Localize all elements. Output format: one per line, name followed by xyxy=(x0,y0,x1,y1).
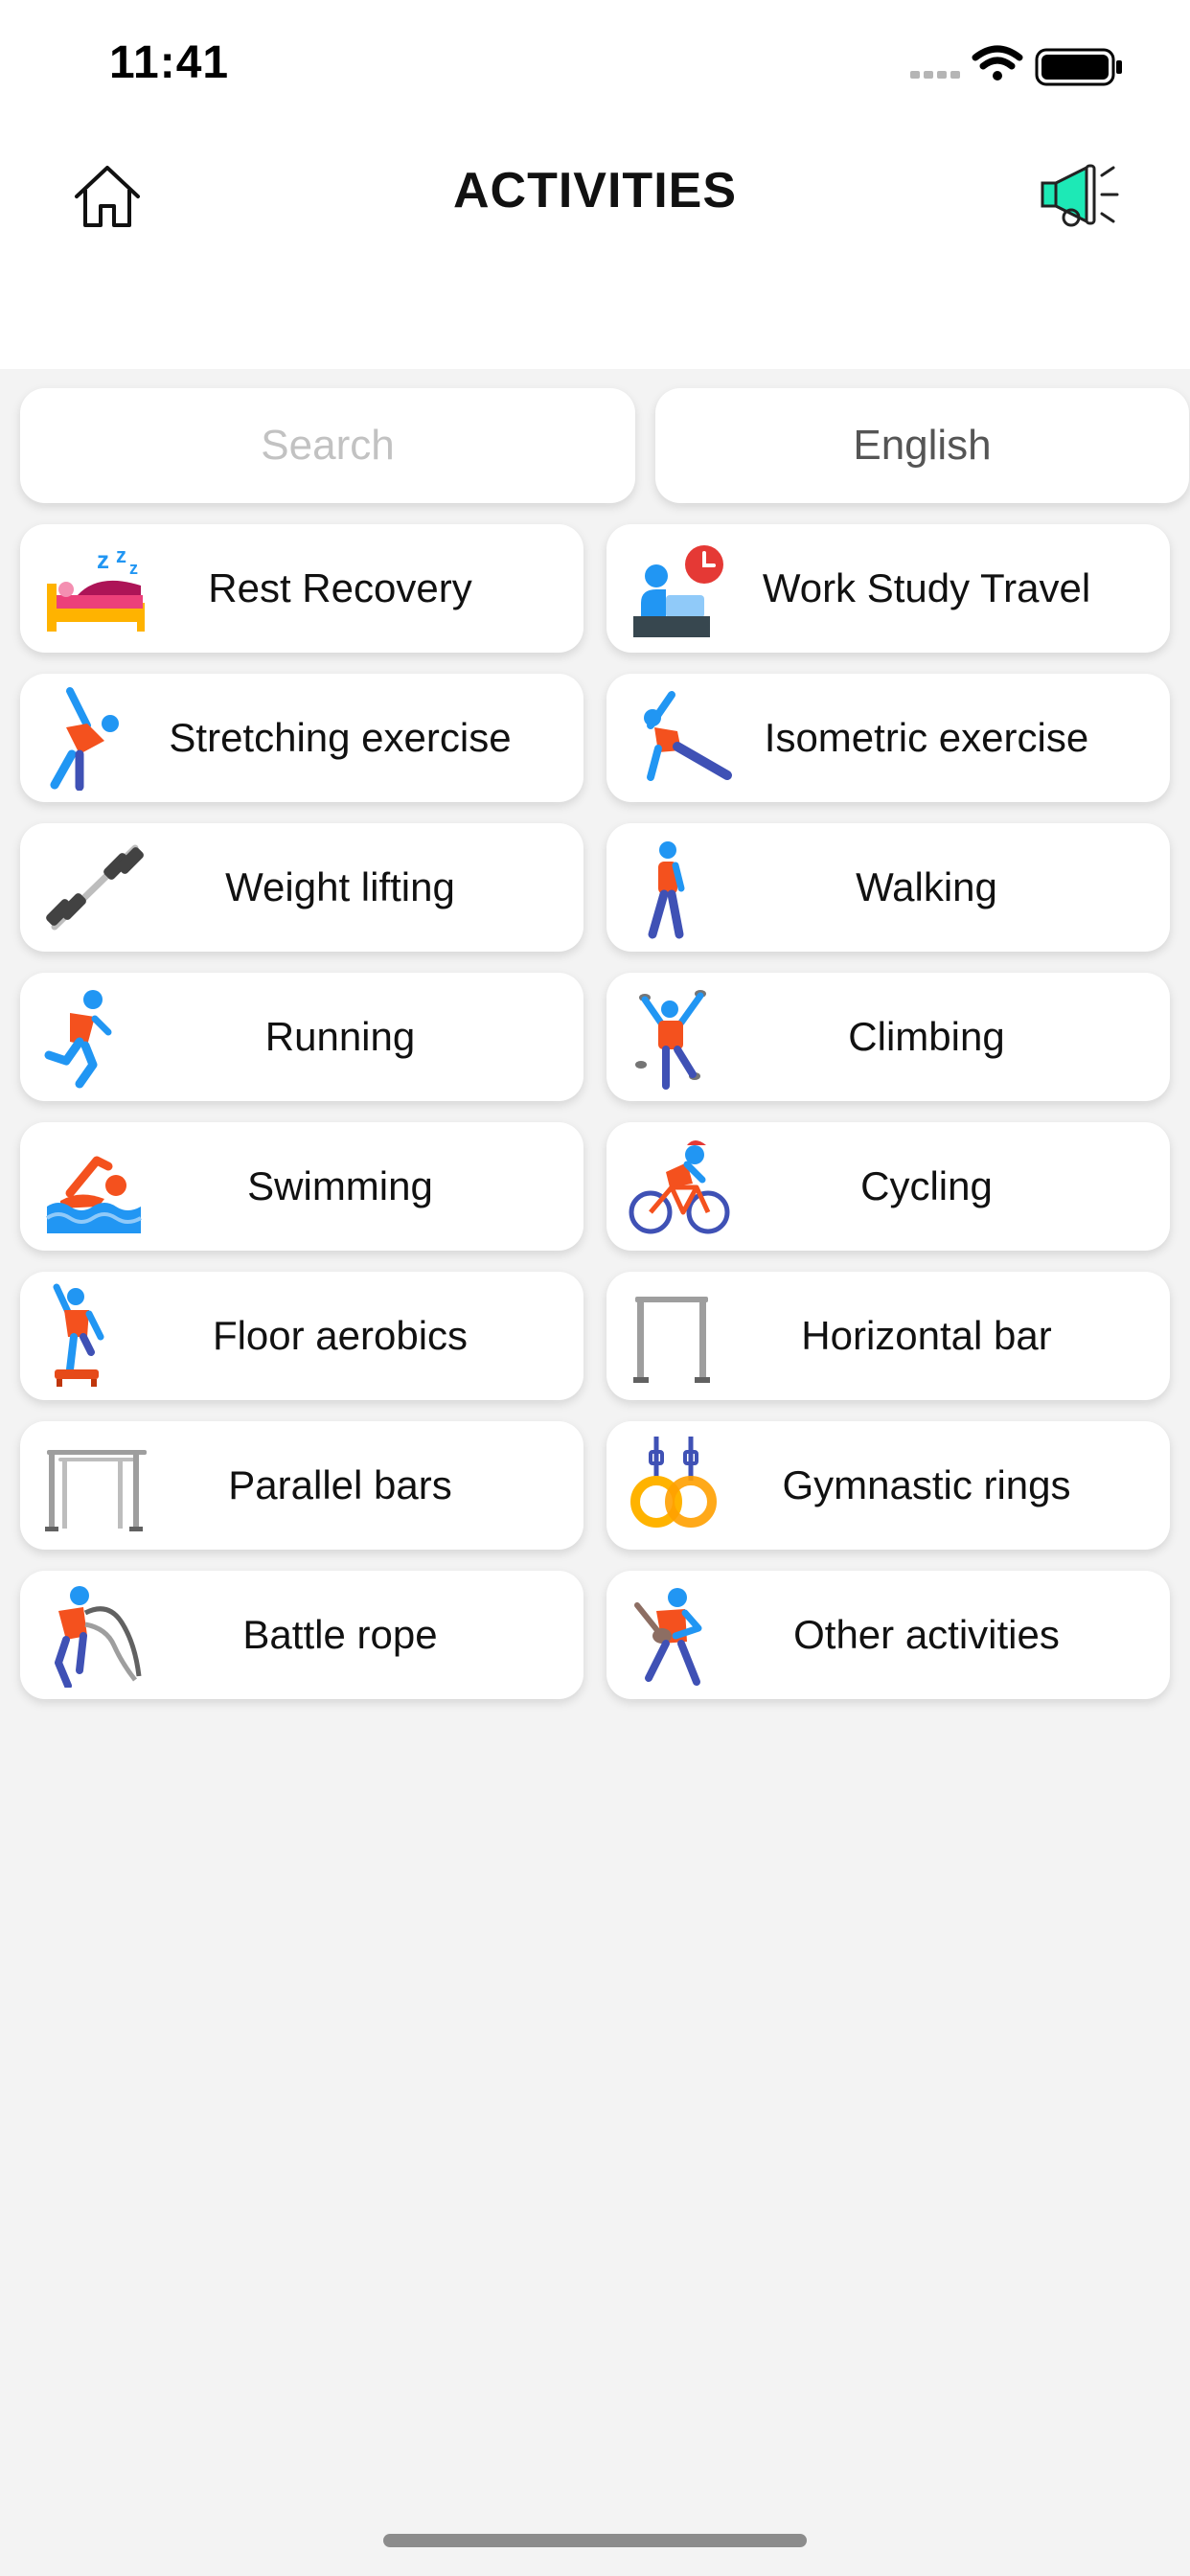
activity-label: Rest Recovery xyxy=(208,565,472,610)
activity-card-isometric-exercise[interactable]: Isometric exercise xyxy=(606,674,1170,802)
wifi-icon xyxy=(972,45,1023,80)
home-indicator[interactable] xyxy=(383,2534,807,2547)
dumbbell-icon xyxy=(46,844,144,931)
activity-label: Gymnastic rings xyxy=(782,1462,1071,1507)
swimmer-icon xyxy=(45,1156,142,1233)
battery-icon xyxy=(1035,48,1122,86)
activity-card-parallel-bars[interactable]: Parallel bars xyxy=(20,1421,584,1550)
activity-label: Other activities xyxy=(793,1612,1060,1657)
battle-rope-icon xyxy=(55,1586,142,1688)
announcements-button[interactable] xyxy=(1037,152,1123,239)
status-time: 11:41 xyxy=(109,37,230,88)
status-bar: 11:41 xyxy=(0,0,1190,129)
climbing-person-icon xyxy=(635,990,706,1090)
activity-label: Swimming xyxy=(247,1163,433,1208)
parallel-bars-icon xyxy=(45,1450,147,1531)
activity-label: Climbing xyxy=(848,1014,1005,1059)
activity-card-rest-recovery[interactable]: z z z Rest Recovery xyxy=(20,524,584,653)
activity-card-gymnastic-rings[interactable]: Gymnastic rings xyxy=(606,1421,1170,1550)
activity-card-running[interactable]: Running xyxy=(20,973,584,1101)
cyclist-icon xyxy=(629,1140,730,1234)
activity-card-stretching-exercise[interactable]: Stretching exercise xyxy=(20,674,584,802)
activity-card-swimming[interactable]: Swimming xyxy=(20,1122,584,1251)
search-input[interactable] xyxy=(20,388,635,503)
language-button[interactable]: English xyxy=(655,388,1189,503)
activity-card-other-activities[interactable]: Other activities xyxy=(606,1571,1170,1699)
activity-label: Walking xyxy=(856,864,997,909)
activity-label: Isometric exercise xyxy=(764,715,1089,760)
running-person-icon xyxy=(44,990,112,1089)
signal-icon xyxy=(910,71,960,79)
svg-text:z: z xyxy=(116,543,126,567)
activity-card-battle-rope[interactable]: Battle rope xyxy=(20,1571,584,1699)
status-icons xyxy=(910,45,1122,86)
activity-card-horizontal-bar[interactable]: Horizontal bar xyxy=(606,1272,1170,1400)
bed-sleep-icon: z z z xyxy=(47,543,145,632)
search-row: English xyxy=(20,388,1189,503)
page-title: ACTIVITIES xyxy=(452,163,738,218)
activity-label: Floor aerobics xyxy=(212,1313,469,1358)
activity-card-weight-lifting[interactable]: Weight lifting xyxy=(20,823,584,952)
activity-grid: z z z Rest Recovery Work Study Travel St… xyxy=(20,524,1170,1699)
gymnastic-rings-icon xyxy=(630,1437,717,1528)
activity-card-work-study-travel[interactable]: Work Study Travel xyxy=(606,524,1170,653)
activity-label: Battle rope xyxy=(242,1612,438,1657)
activity-card-climbing[interactable]: Climbing xyxy=(606,973,1170,1101)
activity-label: Running xyxy=(264,1014,416,1059)
app-header: ACTIVITIES xyxy=(0,129,1190,369)
activity-label: Weight lifting xyxy=(225,864,455,909)
megaphone-icon xyxy=(1041,164,1119,227)
side-plank-person-icon xyxy=(644,691,732,781)
activity-label: Cycling xyxy=(860,1163,993,1208)
activity-label: Horizontal bar xyxy=(801,1313,1052,1358)
stretching-person-icon xyxy=(50,687,119,791)
svg-text:z: z xyxy=(129,559,138,578)
activity-label: Parallel bars xyxy=(228,1462,452,1507)
activity-card-floor-aerobics[interactable]: Floor aerobics xyxy=(20,1272,584,1400)
other-activities-person-icon xyxy=(634,1588,702,1686)
horizontal-bar-icon xyxy=(633,1297,710,1383)
activity-label: Stretching exercise xyxy=(169,715,512,760)
svg-text:z: z xyxy=(97,545,109,574)
aerobics-step-icon xyxy=(53,1283,104,1387)
activity-card-walking[interactable]: Walking xyxy=(606,823,1170,952)
activity-card-cycling[interactable]: Cycling xyxy=(606,1122,1170,1251)
desk-clock-icon xyxy=(633,545,723,637)
activity-label: Work Study Travel xyxy=(762,565,1091,610)
walking-person-icon xyxy=(648,841,685,939)
